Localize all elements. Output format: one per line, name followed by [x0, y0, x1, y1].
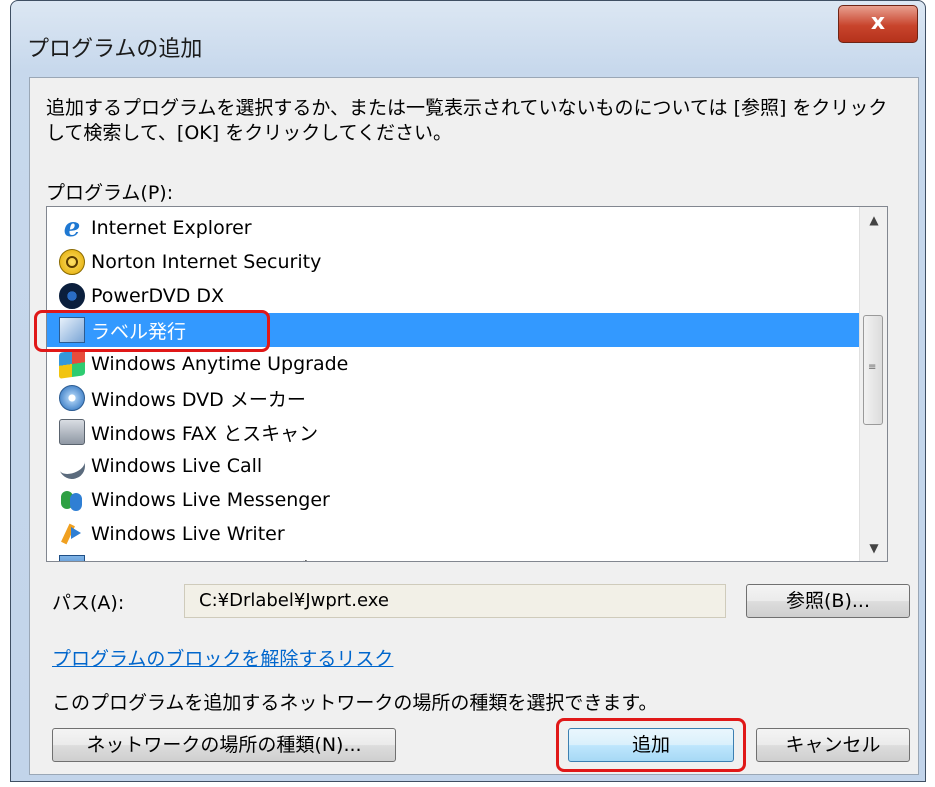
program-list-item[interactable]: Windows FAX とスキャン — [47, 415, 859, 449]
path-field[interactable]: C:¥Drlabel¥Jwprt.exe — [184, 584, 726, 618]
scroll-up-icon[interactable]: ▲ — [860, 207, 887, 233]
program-list-item[interactable]: Windows Live Call — [47, 449, 859, 483]
program-list-item[interactable]: Windows Live Writer — [47, 517, 859, 551]
program-name: Windows FAX とスキャン — [91, 422, 319, 445]
writer-icon — [59, 521, 85, 547]
program-name: Windows Live Call — [91, 455, 263, 477]
close-button[interactable]: x — [838, 5, 918, 43]
cancel-button[interactable]: キャンセル — [756, 728, 910, 762]
program-name: Internet Explorer — [91, 217, 252, 239]
program-list-item[interactable]: Windows Live フォト ギャラリー — [47, 551, 859, 562]
program-name: ラベル発行 — [91, 320, 187, 343]
powerdvd-icon — [59, 283, 85, 309]
scroll-down-icon[interactable]: ▼ — [860, 535, 887, 561]
title-bar[interactable]: プログラムの追加 x — [11, 1, 925, 81]
fax-icon — [59, 419, 85, 445]
network-location-button[interactable]: ネットワークの場所の種類(N)... — [52, 728, 396, 762]
program-list-item[interactable]: Windows Live Messenger — [47, 483, 859, 517]
program-name: Windows Live フォト ギャラリー — [91, 555, 385, 562]
browse-button[interactable]: 参照(B)... — [746, 584, 910, 618]
program-list-item[interactable]: Windows Anytime Upgrade — [47, 347, 859, 381]
instruction-text: 追加するプログラムを選択するか、または一覧表示されていないものについては [参照… — [46, 97, 888, 144]
program-name: Norton Internet Security — [91, 251, 322, 273]
program-list-item[interactable]: ラベル発行 — [47, 313, 859, 347]
programs-label: プログラム(P): — [46, 182, 174, 204]
network-info-text: このプログラムを追加するネットワークの場所の種類を選択できます。 — [52, 692, 658, 714]
program-list-item[interactable]: Norton Internet Security — [47, 245, 859, 279]
add-button[interactable]: 追加 — [568, 728, 734, 762]
dialog-title: プログラムの追加 — [27, 37, 203, 62]
label-app-icon — [59, 317, 85, 343]
unblock-risk-link[interactable]: プログラムのブロックを解除するリスク — [52, 644, 393, 671]
program-name: Windows Live Writer — [91, 523, 285, 545]
program-list-item[interactable]: Windows DVD メーカー — [47, 381, 859, 415]
windows-flag-icon — [59, 349, 85, 379]
dialog-body: 追加するプログラムを選択するか、または一覧表示されていないものについては [参照… — [29, 77, 919, 775]
grip-icon: ≡ — [868, 362, 877, 373]
internet-explorer-icon: e — [63, 213, 81, 243]
scroll-thumb[interactable]: ≡ — [863, 315, 883, 425]
program-name: Windows Live Messenger — [91, 489, 330, 511]
gallery-icon — [59, 555, 85, 561]
program-name: Windows Anytime Upgrade — [91, 353, 349, 375]
path-label: パス(A): — [52, 592, 125, 614]
program-name: PowerDVD DX — [91, 285, 225, 307]
dvd-maker-icon — [59, 385, 85, 411]
add-program-dialog: プログラムの追加 x 追加するプログラムを選択するか、または一覧表示されていない… — [10, 0, 926, 782]
norton-icon — [59, 249, 85, 275]
program-list-item[interactable]: e Internet Explorer — [47, 211, 859, 245]
program-list[interactable]: e Internet Explorer Norton Internet Securi… — [46, 206, 888, 562]
program-list-item[interactable]: PowerDVD DX — [47, 279, 859, 313]
vertical-scrollbar[interactable]: ▲ ≡ ▼ — [859, 207, 887, 561]
phone-icon — [55, 449, 89, 483]
messenger-icon — [59, 487, 85, 513]
program-name: Windows DVD メーカー — [91, 388, 306, 411]
